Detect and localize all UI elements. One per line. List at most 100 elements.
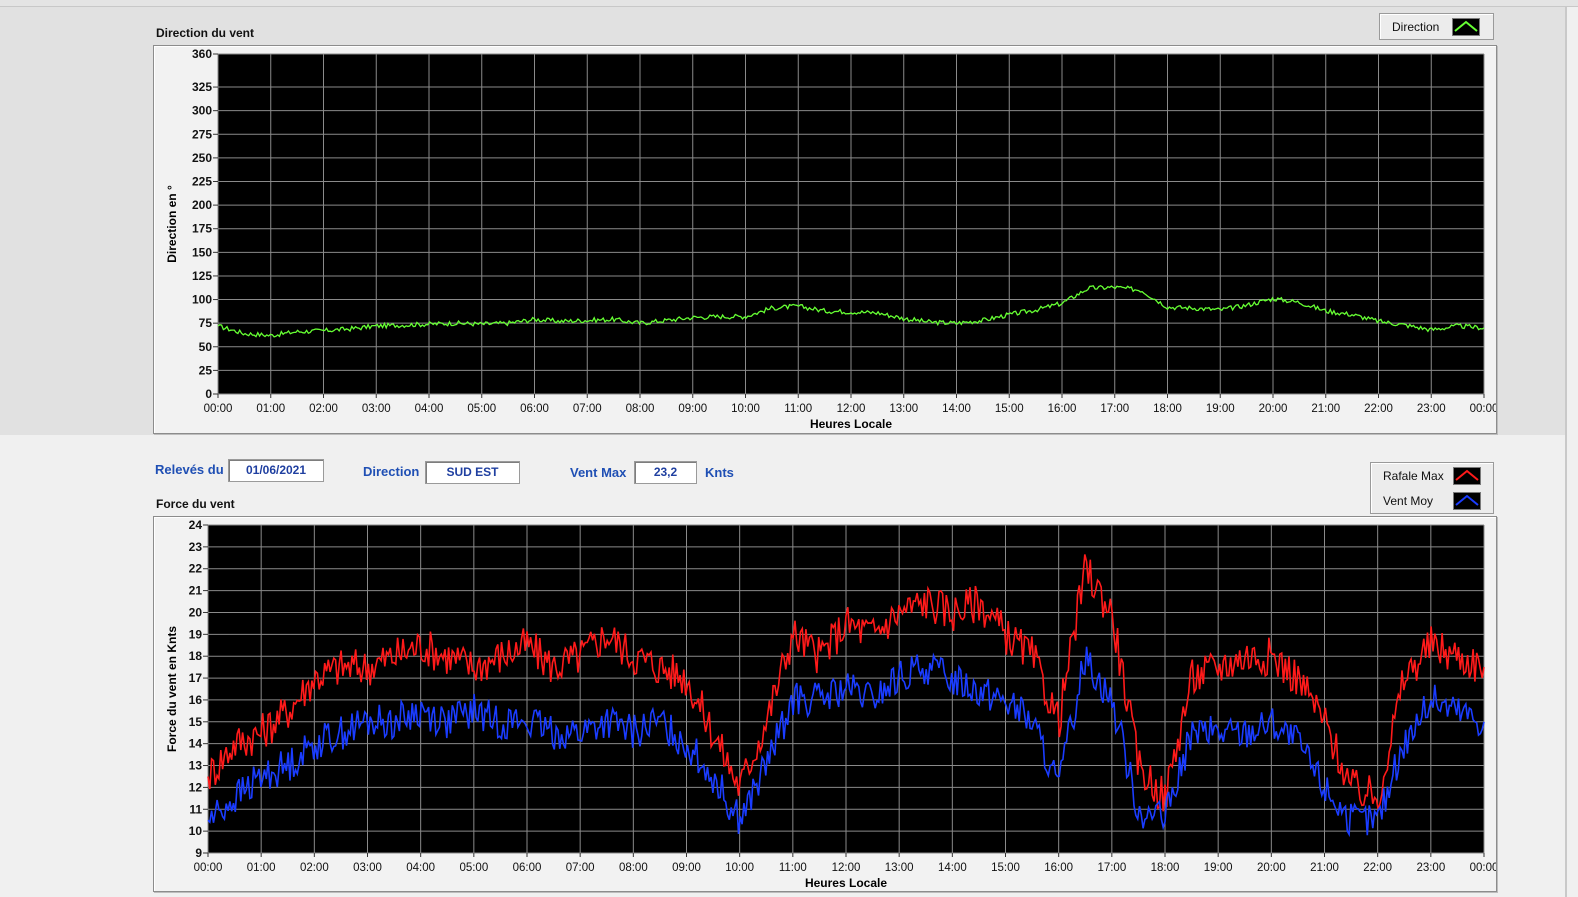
y-tick-label: 25	[199, 363, 213, 377]
y-tick-label: 125	[192, 269, 212, 283]
y-tick-label: 275	[192, 127, 212, 141]
x-tick-label: 10:00	[731, 403, 760, 415]
y-tick-label: 300	[192, 104, 212, 118]
y-tick-label: 250	[192, 151, 212, 165]
x-tick-label: 17:00	[1100, 403, 1129, 415]
x-tick-label: 03:00	[353, 862, 382, 874]
direction-x-ticks: 00:00 01:00 02:00 03:00 04:00 05:00 06:00 07:00…	[204, 394, 1496, 415]
x-tick-label: 01:00	[247, 862, 276, 874]
x-tick-label: 10:00	[725, 862, 754, 874]
direction-x-axis-label: Heures Locale	[810, 417, 892, 431]
y-tick-label: 20	[189, 605, 203, 619]
y-tick-label: 17	[189, 671, 203, 685]
x-tick-label: 05:00	[459, 862, 488, 874]
x-tick-label: 12:00	[832, 862, 861, 874]
x-tick-label: 00:00	[194, 862, 223, 874]
y-tick-label: 19	[189, 627, 203, 641]
x-tick-label: 03:00	[362, 403, 391, 415]
x-tick-label: 14:00	[938, 862, 967, 874]
x-tick-label: 21:00	[1310, 862, 1339, 874]
x-tick-label: 18:00	[1151, 862, 1180, 874]
x-tick-label: 00:00	[1470, 403, 1496, 415]
x-tick-label: 09:00	[678, 403, 707, 415]
y-tick-label: 50	[199, 340, 213, 354]
x-tick-label: 13:00	[889, 403, 918, 415]
direction-chart: 0 25 50 75 100 125 150 175 200 225 250 275 300 325 360…	[165, 47, 1496, 431]
x-tick-label: 02:00	[309, 403, 338, 415]
force-legend[interactable]: Rafale Max Vent Moy	[1370, 462, 1494, 514]
x-tick-label: 01:00	[256, 403, 285, 415]
x-tick-label: 00:00	[1470, 862, 1496, 874]
vent-max-label: Vent Max	[570, 465, 627, 480]
y-tick-label: 0	[205, 387, 212, 401]
x-tick-label: 22:00	[1364, 403, 1393, 415]
x-tick-label: 11:00	[784, 403, 812, 415]
x-tick-label: 13:00	[885, 862, 914, 874]
direction-chart-title: Direction du vent	[156, 26, 255, 40]
legend-item-rafale-max[interactable]: Rafale Max	[1371, 463, 1493, 488]
y-tick-label: 22	[189, 562, 203, 576]
direction-label: Direction	[363, 464, 420, 479]
x-tick-label: 06:00	[520, 403, 549, 415]
y-tick-label: 360	[192, 47, 212, 61]
x-tick-label: 21:00	[1311, 403, 1340, 415]
vent-max-field[interactable]: 23,2	[634, 461, 697, 484]
legend-item-direction[interactable]: Direction	[1380, 14, 1493, 39]
direction-y-ticks: 0 25 50 75 100 125 150 175 200 225 250 275 300 325 360	[192, 47, 218, 401]
y-tick-label: 175	[192, 222, 212, 236]
y-tick-label: 325	[192, 80, 212, 94]
y-tick-label: 150	[192, 245, 212, 259]
window-top-strip	[0, 0, 1578, 7]
y-tick-label: 12	[189, 780, 203, 794]
force-y-axis-label: Force du vent en Knts	[165, 626, 179, 752]
x-tick-label: 20:00	[1259, 403, 1288, 415]
x-tick-label: 04:00	[415, 403, 444, 415]
x-tick-label: 16:00	[1048, 403, 1077, 415]
x-tick-label: 12:00	[837, 403, 866, 415]
direction-legend[interactable]: Direction	[1379, 13, 1494, 40]
y-tick-label: 9	[195, 846, 202, 860]
x-tick-label: 05:00	[467, 403, 496, 415]
force-x-axis-label: Heures Locale	[805, 876, 887, 890]
legend-item-vent-moy[interactable]: Vent Moy	[1371, 488, 1493, 513]
vent-max-unit: Knts	[705, 465, 734, 480]
date-field[interactable]: 01/06/2021	[228, 459, 324, 482]
force-chart: 9 10 11 12 13 14 15 16 17 18 19 20 21 22 23 24 00:00 01:…	[165, 518, 1496, 890]
legend-label-vent-moy: Vent Moy	[1383, 494, 1434, 508]
x-tick-label: 09:00	[672, 862, 701, 874]
force-x-ticks: 00:00 01:00 02:00 03:00 04:00 05:00 06:00 07:00…	[194, 853, 1496, 874]
x-tick-label: 23:00	[1416, 862, 1445, 874]
legend-label-rafale-max: Rafale Max	[1383, 469, 1444, 483]
x-tick-label: 19:00	[1206, 403, 1235, 415]
legend-label-direction: Direction	[1392, 20, 1440, 34]
x-tick-label: 16:00	[1044, 862, 1073, 874]
x-tick-label: 22:00	[1363, 862, 1392, 874]
x-tick-label: 02:00	[300, 862, 329, 874]
x-tick-label: 00:00	[204, 403, 233, 415]
y-tick-label: 18	[189, 649, 203, 663]
x-tick-label: 17:00	[1097, 862, 1126, 874]
x-tick-label: 15:00	[995, 403, 1024, 415]
right-scroll-edge	[1565, 7, 1567, 897]
y-tick-label: 16	[189, 693, 203, 707]
y-tick-label: 24	[189, 518, 203, 532]
direction-field[interactable]: SUD EST	[425, 461, 520, 484]
y-tick-label: 21	[189, 584, 203, 598]
force-chart-title: Force du vent	[156, 497, 235, 511]
releves-label: Relevés du	[155, 462, 224, 477]
y-tick-label: 23	[189, 540, 203, 554]
x-tick-label: 11:00	[779, 862, 807, 874]
x-tick-label: 08:00	[626, 403, 655, 415]
y-tick-label: 11	[189, 802, 202, 816]
y-tick-label: 15	[189, 715, 203, 729]
x-tick-label: 15:00	[991, 862, 1020, 874]
x-tick-label: 20:00	[1257, 862, 1286, 874]
y-tick-label: 75	[199, 316, 213, 330]
direction-y-axis-label: Direction en °	[165, 185, 179, 263]
legend-swatch-rafale-max	[1453, 467, 1481, 485]
x-tick-label: 07:00	[573, 403, 602, 415]
x-tick-label: 14:00	[942, 403, 971, 415]
legend-swatch-direction	[1452, 18, 1480, 36]
x-tick-label: 18:00	[1153, 403, 1182, 415]
force-y-ticks: 9 10 11 12 13 14 15 16 17 18 19 20 21 22 23 24	[189, 518, 208, 860]
